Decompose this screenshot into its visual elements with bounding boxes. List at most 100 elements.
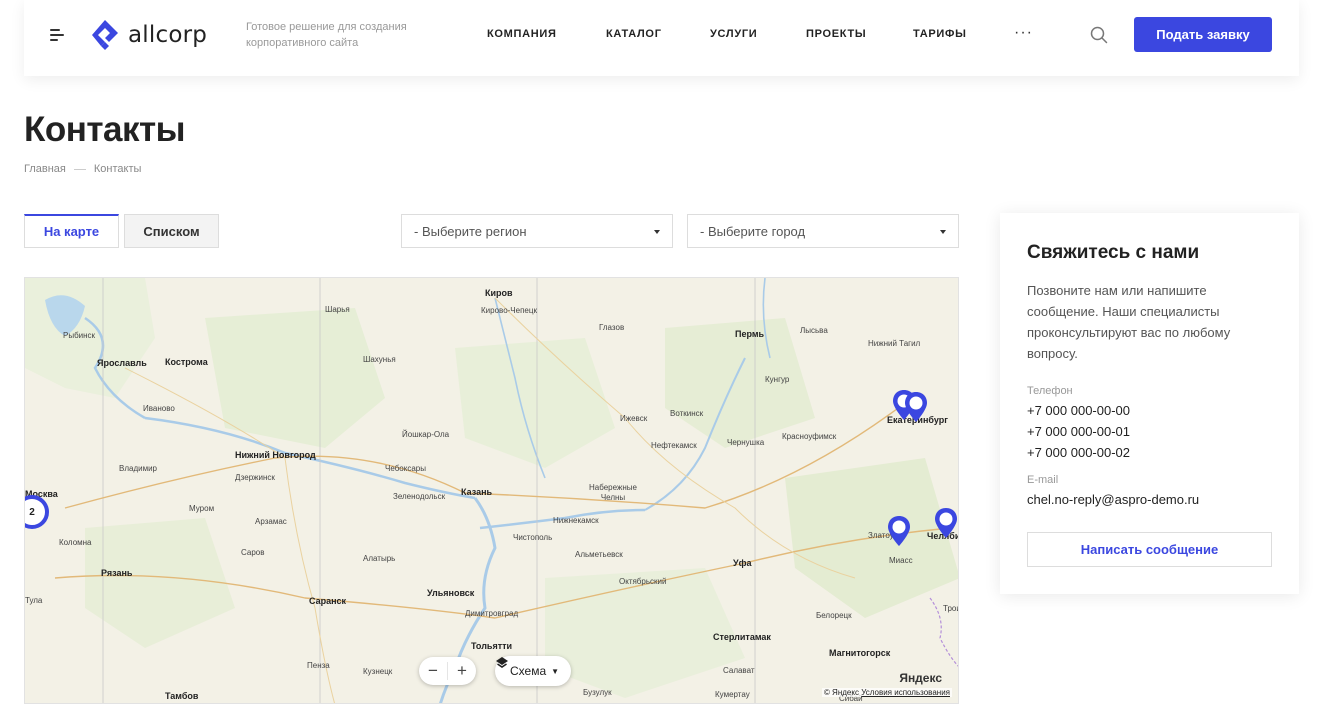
map-city-label: Бузулук: [583, 688, 612, 697]
map-city-label: Уфа: [733, 558, 752, 568]
map-city-label: Лысьва: [800, 326, 828, 335]
map-city-label: Октябрьский: [619, 577, 667, 586]
map-pin-icon[interactable]: [886, 514, 912, 548]
map-city-label: Кунгур: [765, 375, 790, 384]
map-city-label: Муром: [189, 504, 215, 513]
map-city-label: Ярославль: [97, 358, 147, 368]
tab-list-view[interactable]: Списком: [124, 214, 219, 248]
nav-company[interactable]: КОМПАНИЯ: [487, 28, 557, 40]
breadcrumb-home[interactable]: Главная: [24, 163, 66, 175]
region-select[interactable]: - Выберите регион: [401, 214, 673, 248]
map-city-label: Салават: [723, 666, 755, 675]
breadcrumb-current: Контакты: [93, 163, 142, 175]
map-city-label: Коломна: [59, 538, 92, 547]
map-city-label: Зеленодольск: [393, 492, 446, 501]
map-city-label: Саранск: [309, 596, 347, 606]
map-city-label: Тамбов: [165, 691, 199, 701]
map-city-label: Владимир: [119, 464, 158, 473]
map-city-label: Стерлитамак: [713, 632, 771, 642]
map-terms-link[interactable]: Условия использования: [861, 688, 950, 697]
map-city-label: Чернушка: [727, 438, 765, 447]
chevron-down-icon: [940, 230, 946, 234]
search-icon[interactable]: [1090, 26, 1108, 44]
nav-catalog[interactable]: КАТАЛОГ: [606, 28, 662, 40]
map-city-label: Шарья: [325, 305, 350, 314]
map-city-label: Саров: [241, 548, 265, 557]
nav-more-icon[interactable]: ···: [1014, 24, 1033, 42]
phone-number[interactable]: +7 000 000-00-01: [1027, 424, 1130, 439]
map-city-label: Киров: [485, 288, 513, 298]
map-city-label: Дзержинск: [235, 473, 275, 482]
map-city-label: Рязань: [101, 568, 133, 578]
map-container[interactable]: Киров Кирово-Чепецк Шарья Рыбинск Яросла…: [24, 277, 959, 704]
map-city-label: Иваново: [143, 404, 175, 413]
phone-number[interactable]: +7 000 000-00-02: [1027, 445, 1130, 460]
nav-tariffs[interactable]: ТАРИФЫ: [913, 28, 967, 40]
chevron-down-icon: ▼: [551, 666, 560, 676]
map-city-label: Нижний Новгород: [235, 450, 316, 460]
contact-card: Свяжитесь с нами Позвоните нам или напиш…: [1000, 213, 1299, 594]
map-city-label: Нижнекамск: [553, 516, 599, 525]
page-title: Контакты: [24, 110, 186, 149]
city-select[interactable]: - Выберите город: [687, 214, 959, 248]
map-city-label: Шахунья: [363, 355, 396, 364]
logo-text: allcorp: [128, 22, 208, 48]
tab-map-view[interactable]: На карте: [24, 214, 119, 248]
map-city-label: Альметьевск: [575, 550, 623, 559]
map-city-label: Кузнецк: [363, 667, 393, 676]
logo[interactable]: allcorp: [90, 18, 207, 52]
map-city-label: Ульяновск: [427, 588, 475, 598]
email-link[interactable]: chel.no-reply@aspro-demo.ru: [1027, 492, 1199, 507]
phone-number[interactable]: +7 000 000-00-00: [1027, 403, 1130, 418]
map-pin-icon[interactable]: [903, 390, 929, 424]
menu-icon[interactable]: [50, 29, 66, 41]
site-header: allcorp Готовое решение для создания кор…: [24, 0, 1299, 76]
region-select-value: - Выберите регион: [414, 223, 527, 239]
zoom-in-button[interactable]: +: [448, 657, 476, 685]
map-city-label: Чистополь: [513, 533, 553, 542]
phone-label: Телефон: [1027, 385, 1073, 397]
map-city-label: Рыбинск: [63, 331, 96, 340]
logo-icon: [92, 20, 118, 50]
map-city-label: Троицк: [943, 604, 958, 613]
nav-services[interactable]: УСЛУГИ: [710, 28, 757, 40]
map-city-label: Тольятти: [471, 641, 513, 651]
map-attribution: © Яндекс Условия использования: [821, 688, 952, 697]
map-layers-button[interactable]: Схема ▼: [495, 656, 572, 686]
map-city-label: Кострома: [165, 357, 208, 367]
map-city-label: Димитровград: [465, 609, 519, 618]
map-city-label: Нефтекамск: [651, 441, 697, 450]
map-city-label: Белорецк: [816, 611, 852, 620]
map-city-label: Миасс: [889, 556, 913, 565]
yandex-logo: Яндекс: [899, 671, 942, 685]
map-city-label: Нижний Тагил: [868, 339, 921, 348]
map-city-label: Арзамас: [255, 517, 287, 526]
breadcrumb: Главная Контакты: [24, 163, 141, 175]
map-city-label: Казань: [461, 487, 493, 497]
map-city-label: Пермь: [735, 329, 765, 339]
city-select-value: - Выберите город: [700, 223, 806, 239]
slogan: Готовое решение для создания корпоративн…: [246, 21, 407, 49]
map-city-label: Алатырь: [363, 554, 396, 563]
map-city-label: Магнитогорск: [829, 648, 891, 658]
map-city-label: Йошкар-Ола: [402, 430, 450, 439]
map-city-label: Глазов: [599, 323, 625, 332]
map-city-label: Красноуфимск: [782, 432, 837, 441]
map-city-label: Кирово-Чепецк: [481, 306, 537, 315]
map-zoom-control: − +: [419, 657, 476, 685]
breadcrumb-separator: [73, 168, 86, 170]
map-city-label: Кумертау: [715, 690, 750, 699]
nav-projects[interactable]: ПРОЕКТЫ: [806, 28, 866, 40]
email-label: E-mail: [1027, 474, 1059, 486]
submit-request-button[interactable]: Подать заявку: [1134, 17, 1272, 52]
zoom-out-button[interactable]: −: [419, 657, 447, 685]
map-city-label: Чебоксары: [385, 464, 426, 473]
write-message-button[interactable]: Написать сообщение: [1027, 532, 1272, 567]
map-city-label: Ижевск: [620, 414, 648, 423]
map-city-label: Воткинск: [670, 409, 704, 418]
map-city-label: Тула: [25, 596, 43, 605]
map-copyright: © Яндекс: [823, 688, 859, 697]
contact-card-description: Позвоните нам или напишите сообщение. На…: [1027, 283, 1231, 361]
map-pin-icon[interactable]: [933, 506, 959, 540]
map-city-label: Набережные Челны: [589, 483, 637, 502]
